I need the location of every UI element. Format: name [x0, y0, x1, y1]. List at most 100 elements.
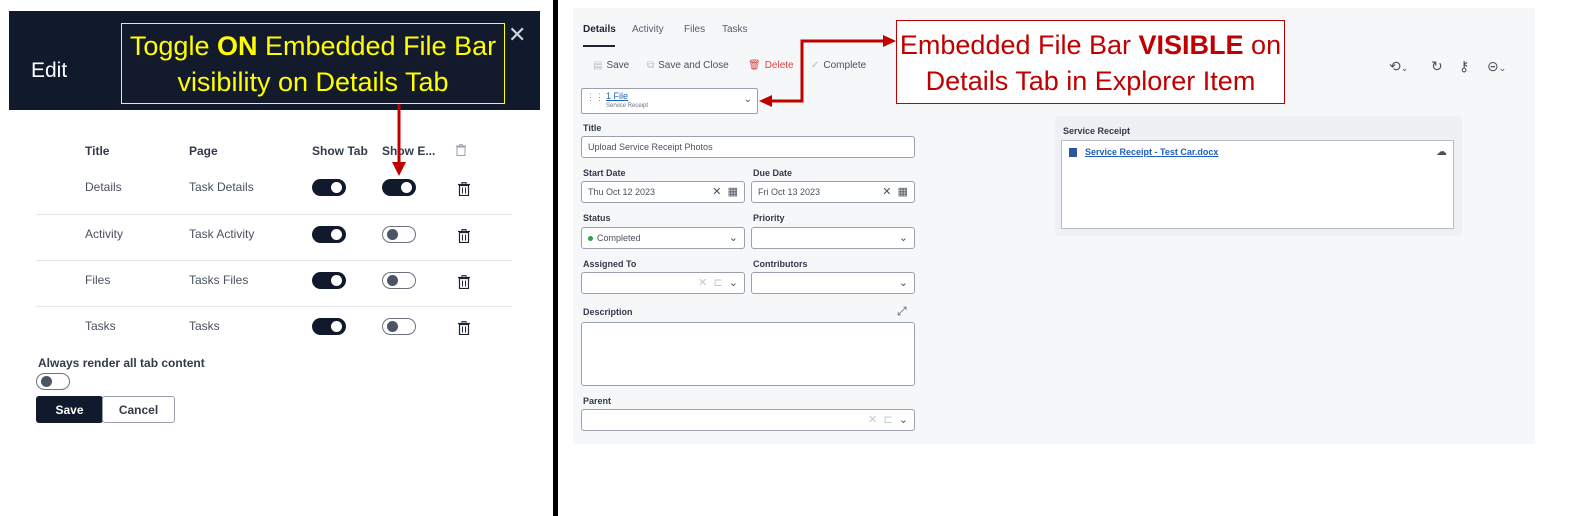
title-input[interactable]: Upload Service Receipt Photos [581, 136, 915, 158]
expand-icon[interactable]: ⊏ [883, 414, 892, 426]
attachment-file-link[interactable]: Service Receipt - Test Car.docx [1085, 147, 1218, 157]
show-tab-toggle[interactable] [312, 226, 346, 243]
clear-icon[interactable]: ✕ [698, 277, 707, 289]
attachments-list: Service Receipt - Test Car.docx ☁ [1061, 140, 1454, 229]
description-textarea[interactable] [581, 322, 915, 386]
cancel-button[interactable]: Cancel [102, 396, 175, 423]
trash-icon[interactable] [458, 321, 470, 335]
row-page: Tasks Files [189, 273, 249, 287]
parent-select[interactable]: ✕ ⊏ ⌄ [581, 409, 915, 431]
column-show-tab: Show Tab [312, 144, 368, 158]
trash-icon[interactable] [458, 229, 470, 243]
callout-left-post: Embedded File Bar [257, 31, 497, 61]
assigned-to-select[interactable]: ✕ ⊏ ⌄ [581, 272, 745, 294]
save-toolbar-button[interactable]: ▤ Save [593, 60, 629, 71]
due-date-label: Due Date [753, 168, 793, 178]
refresh-icon[interactable]: ↻ [1431, 58, 1443, 75]
row-page: Tasks [189, 319, 220, 333]
drag-handle-icon[interactable]: ⋮⋮ [586, 92, 604, 103]
calendar-icon[interactable]: ▦ [728, 186, 738, 198]
show-tab-toggle[interactable] [312, 272, 346, 289]
attachments-title: Service Receipt [1063, 126, 1131, 136]
toggle-knob [331, 182, 342, 193]
attachments-card: Service Receipt Service Receipt - Test C… [1055, 116, 1462, 236]
status-label: Status [583, 213, 611, 223]
clear-icon[interactable]: ✕ [868, 414, 877, 426]
history-icon[interactable]: ⟲⌄ [1389, 58, 1408, 75]
complete-label: Complete [823, 60, 867, 71]
show-embedded-toggle[interactable] [382, 318, 416, 335]
title-value: Upload Service Receipt Photos [588, 142, 713, 152]
chevron-down-icon: ⌄ [898, 232, 908, 244]
embedded-file-bar[interactable]: ⋮⋮ 1 File Service Receipt ⌄ [581, 88, 758, 114]
tab-details[interactable]: Details [583, 24, 616, 35]
tab-activity[interactable]: Activity [632, 24, 664, 35]
toggle-knob [41, 376, 52, 387]
chevron-down-icon[interactable]: ⌄ [729, 277, 738, 289]
show-tab-toggle[interactable] [312, 318, 346, 335]
calendar-icon[interactable]: ▦ [898, 186, 908, 198]
always-render-toggle[interactable] [36, 373, 70, 390]
chevron-down-icon: ⌄ [728, 232, 738, 244]
delete-button[interactable]: 🗑 Delete [748, 60, 794, 71]
save-button[interactable]: Save [36, 396, 103, 423]
expand-arrows-icon[interactable]: ⤢ [897, 304, 907, 319]
callout-toggle-on: Toggle ON Embedded File Bar visibility o… [121, 23, 505, 104]
delete-label: Delete [764, 60, 794, 71]
callout-left-pre: Toggle [129, 31, 217, 61]
table-row: Details Task Details [36, 168, 512, 214]
clear-icon[interactable]: ✕ [882, 186, 891, 198]
clear-icon[interactable]: ✕ [712, 186, 721, 198]
expand-icon[interactable]: ⊏ [713, 277, 722, 289]
show-tab-toggle[interactable] [312, 179, 346, 196]
trash-icon[interactable] [458, 275, 470, 289]
link-icon[interactable]: ⊝⌄ [1487, 58, 1506, 75]
callout-right-pre: Embedded File Bar [899, 30, 1139, 60]
complete-button[interactable]: ✓ Complete [811, 60, 866, 71]
callout-right-post: on [1243, 30, 1282, 60]
table-row: Activity Task Activity [36, 214, 512, 260]
toggle-knob [331, 321, 342, 332]
trash-icon[interactable] [458, 182, 470, 196]
divider [553, 0, 558, 516]
tab-tasks[interactable]: Tasks [722, 24, 748, 35]
key-icon[interactable]: ⚷ [1459, 58, 1469, 75]
row-page: Task Activity [189, 227, 255, 241]
toggle-knob [331, 275, 342, 286]
priority-select[interactable]: ⌄ [751, 227, 915, 249]
start-date-field[interactable]: Thu Oct 12 2023 ✕ ▦ [581, 181, 745, 203]
callout-file-bar-visible: Embedded File Bar VISIBLE on Details Tab… [896, 20, 1285, 104]
tab-files[interactable]: Files [684, 24, 705, 35]
table-header: Title Page Show Tab Show E... [36, 138, 512, 168]
title-label: Title [583, 123, 602, 133]
toggle-knob [401, 182, 412, 193]
priority-label: Priority [753, 213, 785, 223]
header-trash-icon [456, 144, 466, 159]
show-embedded-toggle[interactable] [382, 272, 416, 289]
parent-label: Parent [583, 396, 612, 406]
save-close-button[interactable]: ⧉ Save and Close [647, 60, 729, 71]
file-bar-subtitle: Service Receipt [606, 103, 649, 109]
row-page: Task Details [189, 180, 254, 194]
callout-right-bold: VISIBLE [1138, 30, 1244, 60]
close-icon[interactable]: ✕ [508, 24, 526, 46]
callout-left-line2: visibility on Details Tab [177, 67, 449, 97]
status-value: Completed [597, 233, 641, 243]
status-select[interactable]: Completed ⌄ [581, 227, 745, 249]
file-bar-link[interactable]: 1 File [606, 91, 628, 101]
status-dot [588, 236, 593, 242]
start-date-value: Thu Oct 12 2023 [588, 187, 656, 197]
tabs-table: Title Page Show Tab Show E... Details Tas… [36, 138, 512, 352]
dialog-title: Edit [31, 59, 68, 82]
toggle-knob [387, 275, 398, 286]
due-date-field[interactable]: Fri Oct 13 2023 ✕ ▦ [751, 181, 915, 203]
callout-left-bold: ON [216, 31, 258, 61]
chevron-down-icon[interactable]: ⌄ [899, 414, 908, 426]
show-embedded-toggle[interactable] [382, 179, 416, 196]
chevron-down-icon[interactable]: ⌄ [744, 94, 752, 105]
always-render-label: Always render all tab content [38, 356, 205, 370]
contributors-select[interactable]: ⌄ [751, 272, 915, 294]
show-embedded-toggle[interactable] [382, 226, 416, 243]
cloud-download-icon[interactable]: ☁ [1436, 145, 1447, 158]
trash-icon: 🗑 [748, 60, 761, 71]
